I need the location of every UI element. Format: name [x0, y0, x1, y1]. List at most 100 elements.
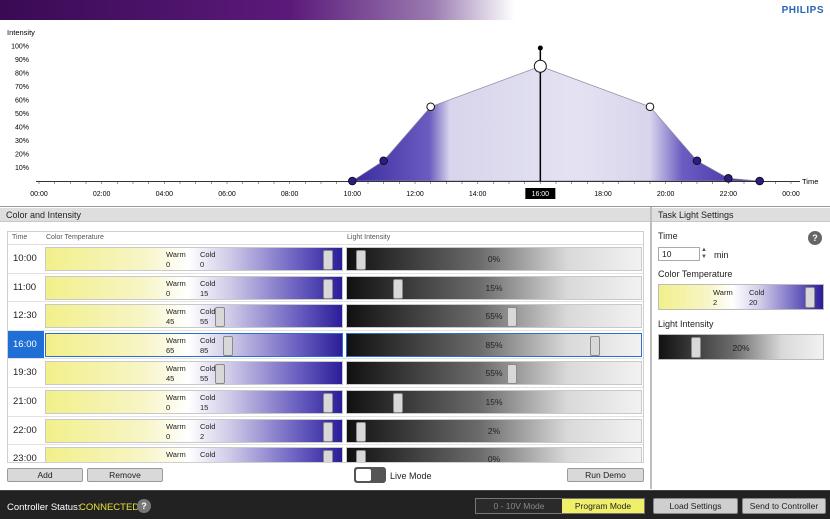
- row-color-temp-thumb[interactable]: [323, 421, 334, 442]
- program-mode-button[interactable]: Program Mode: [562, 499, 644, 513]
- status-help-icon[interactable]: ?: [137, 499, 151, 513]
- row-light-intensity-thumb[interactable]: [507, 364, 518, 385]
- row-light-intensity-slider[interactable]: 2%: [346, 418, 642, 443]
- chart-point[interactable]: [755, 176, 764, 186]
- y-tick-label: 90%: [15, 57, 29, 64]
- y-tick-label: 30%: [15, 138, 29, 145]
- chart-point[interactable]: [348, 176, 357, 186]
- help-icon[interactable]: ?: [808, 231, 822, 245]
- remove-button[interactable]: Remove: [87, 468, 163, 482]
- table-row[interactable]: 11:00 Warm 0 Cold 15 15%: [8, 274, 643, 303]
- live-mode-toggle[interactable]: [354, 467, 386, 483]
- row-color-temp-thumb[interactable]: [323, 392, 334, 413]
- row-color-temp-thumb[interactable]: [214, 307, 225, 328]
- row-light-intensity-thumb[interactable]: [355, 450, 366, 462]
- row-light-intensity-slider[interactable]: 15%: [346, 275, 642, 300]
- x-tick-label: 14:00: [469, 191, 487, 198]
- table-row[interactable]: 12:30 Warm 45 Cold 55 55%: [8, 302, 643, 331]
- row-color-temp-slider[interactable]: Warm 0 Cold 15: [45, 389, 343, 414]
- task-light-intensity-slider[interactable]: 20%: [658, 334, 824, 360]
- row-light-intensity-slider[interactable]: 55%: [346, 304, 642, 329]
- row-light-intensity-thumb[interactable]: [355, 250, 366, 270]
- toggle-knob: [356, 469, 371, 481]
- task-light-header: Task Light Settings: [652, 208, 830, 222]
- mode-0-10v-button[interactable]: 0 - 10V Mode: [476, 499, 562, 513]
- row-cold: Cold 15: [200, 392, 216, 412]
- row-color-temp-thumb[interactable]: [323, 450, 334, 462]
- row-light-intensity-slider[interactable]: 15%: [346, 389, 642, 414]
- row-color-temp-thumb[interactable]: [323, 278, 334, 299]
- row-cold: Cold: [200, 450, 216, 460]
- row-color-temp-thumb[interactable]: [214, 364, 225, 385]
- y-tick-label: 20%: [15, 152, 29, 159]
- brand-gradient-bar: [0, 0, 830, 20]
- row-color-temp-slider[interactable]: Warm Cold: [45, 447, 343, 462]
- y-tick-label: 40%: [15, 125, 29, 132]
- send-to-controller-button[interactable]: Send to Controller: [742, 498, 826, 514]
- row-color-temp-slider[interactable]: Warm 45 Cold 55: [45, 361, 343, 386]
- row-color-temp-thumb[interactable]: [323, 250, 334, 270]
- row-light-intensity-thumb[interactable]: [507, 307, 518, 328]
- chart-point[interactable]: [645, 102, 655, 112]
- table-row[interactable]: 16:00 Warm 65 Cold 85 85%: [8, 330, 643, 360]
- table-row[interactable]: 10:00 Warm 0 Cold 0 0%: [8, 245, 643, 274]
- schedule-table[interactable]: Time Color Temperature Light Intensity 1…: [7, 231, 644, 463]
- row-light-intensity-thumb[interactable]: [392, 392, 403, 413]
- cursor-handle[interactable]: [537, 45, 543, 51]
- row-color-temp-slider[interactable]: Warm 0 Cold 2: [45, 418, 343, 443]
- color-intensity-header: Color and Intensity: [0, 208, 650, 222]
- run-demo-button[interactable]: Run Demo: [567, 468, 644, 482]
- chart-point[interactable]: [379, 156, 388, 166]
- row-light-intensity-thumb[interactable]: [355, 421, 366, 442]
- row-color-temp-slider[interactable]: Warm 65 Cold 85: [45, 332, 343, 357]
- chart-point[interactable]: [426, 102, 435, 112]
- philips-logo: PHILIPS: [781, 5, 824, 16]
- row-light-intensity-thumb[interactable]: [392, 278, 403, 299]
- status-footer: Controller Status: CONNECTED ? 0 - 10V M…: [0, 490, 830, 519]
- task-color-temp-thumb[interactable]: [805, 287, 815, 308]
- task-time-input[interactable]: 10: [658, 247, 700, 261]
- row-intensity-value: 0%: [487, 254, 501, 264]
- row-intensity-value: 55%: [485, 311, 503, 322]
- row-time: 12:30: [13, 310, 37, 322]
- table-row[interactable]: 23:00 Warm Cold 0%: [8, 445, 643, 462]
- row-color-temp-slider[interactable]: Warm 0 Cold 0: [45, 247, 343, 271]
- row-light-intensity-thumb[interactable]: [590, 335, 601, 356]
- table-row[interactable]: 21:00 Warm 0 Cold 15 15%: [8, 388, 643, 417]
- row-intensity-value: 15%: [485, 282, 503, 293]
- add-button[interactable]: Add: [7, 468, 83, 482]
- row-light-intensity-slider[interactable]: 85%: [346, 332, 642, 357]
- row-cold: Cold 85: [200, 335, 216, 355]
- chart-point[interactable]: [533, 59, 547, 73]
- row-color-temp-thumb[interactable]: [223, 335, 234, 356]
- section-divider: [0, 206, 830, 207]
- row-color-temp-slider[interactable]: Warm 0 Cold 15: [45, 275, 343, 300]
- time-unit-label: min: [714, 250, 729, 260]
- load-settings-button[interactable]: Load Settings: [653, 498, 738, 514]
- chart-point[interactable]: [724, 174, 733, 183]
- intensity-chart[interactable]: Intensity 10% 20% 30% 40% 50% 60% 70% 80% 90% 100…: [0, 22, 830, 206]
- table-row[interactable]: 19:30 Warm 45 Cold 55 55%: [8, 359, 643, 388]
- time-stepper-icon[interactable]: ▲ ▼: [700, 247, 708, 261]
- row-color-temp-slider[interactable]: Warm 45 Cold 55: [45, 304, 343, 329]
- table-row[interactable]: 22:00 Warm 0 Cold 2 2%: [8, 417, 643, 446]
- x-tick-label: 18:00: [594, 191, 612, 198]
- mode-selector[interactable]: 0 - 10V Mode Program Mode: [475, 498, 645, 514]
- row-time: 21:00: [13, 395, 37, 407]
- row-light-intensity-slider[interactable]: 0%: [346, 447, 642, 462]
- task-time-label: Time: [658, 231, 678, 241]
- col-light-intensity: Light Intensity: [347, 234, 391, 241]
- row-light-intensity-slider[interactable]: 0%: [346, 247, 642, 271]
- chart-point[interactable]: [692, 156, 702, 166]
- row-light-intensity-slider[interactable]: 55%: [346, 361, 642, 386]
- row-warm: Warm 0: [166, 250, 186, 269]
- row-warm: Warm 65: [166, 335, 186, 355]
- task-light-intensity-thumb[interactable]: [691, 337, 701, 358]
- y-tick-label: 70%: [15, 84, 29, 91]
- row-cold: Cold 0: [200, 250, 216, 269]
- table-header: Time Color Temperature Light Intensity: [8, 232, 643, 245]
- x-tick-label: 06:00: [218, 191, 236, 198]
- y-tick-label: 60%: [15, 98, 29, 105]
- y-tick-label: 100%: [11, 44, 29, 51]
- task-color-temp-slider[interactable]: Warm 2 Cold 20: [658, 284, 824, 310]
